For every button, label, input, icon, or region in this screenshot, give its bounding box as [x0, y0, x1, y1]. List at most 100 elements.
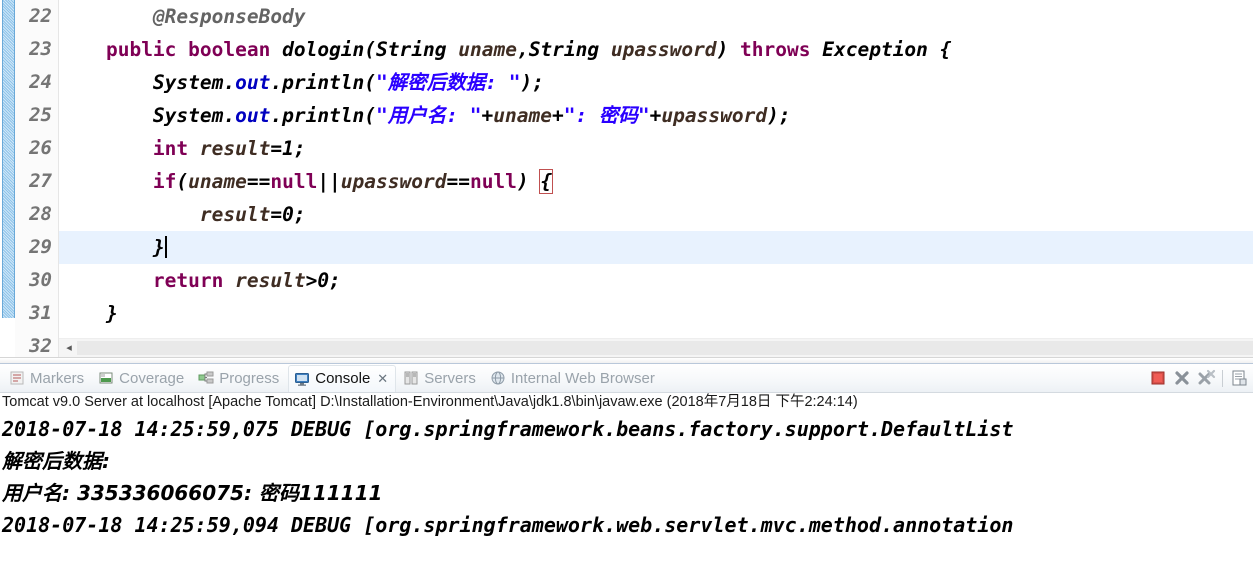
code-token: null — [270, 170, 318, 193]
code-line[interactable]: } — [59, 297, 1253, 330]
line-number: 25 — [29, 104, 52, 126]
code-token: throws — [740, 38, 811, 61]
code-token: ) — [516, 170, 541, 193]
code-token: , — [516, 38, 529, 61]
console-view-toolbar — [1146, 364, 1253, 392]
code-line[interactable]: if(uname==null||upassword==null) { — [59, 165, 1253, 198]
code-token: System — [152, 71, 224, 94]
code-token: Exception { — [822, 38, 952, 61]
code-token: uname — [188, 170, 247, 193]
tab-servers[interactable]: Servers — [398, 365, 483, 391]
code-token: result — [199, 137, 271, 160]
code-token: == — [446, 170, 470, 193]
code-line[interactable]: return result>0; — [59, 264, 1253, 297]
line-number: 22 — [29, 5, 52, 27]
code-token: upassword — [661, 104, 768, 127]
tab-label: Internal Web Browser — [510, 369, 655, 387]
progress-icon — [198, 370, 214, 386]
close-icon[interactable]: ✕ — [377, 372, 388, 385]
code-token: upassword — [610, 38, 717, 61]
console-output-panel[interactable]: Tomcat v9.0 Server at localhost [Apache … — [0, 393, 1253, 575]
code-token: + — [649, 104, 662, 127]
tab-markers[interactable]: Markers — [4, 365, 91, 391]
console-process-header: Tomcat v9.0 Server at localhost [Apache … — [2, 394, 858, 410]
code-token: =1; — [270, 137, 306, 160]
line-number: 29 — [29, 236, 52, 258]
code-token: "解密后数据: " — [376, 71, 521, 94]
tab-coverage[interactable]: Coverage — [93, 365, 191, 391]
console-line: 解密后数据: — [2, 449, 117, 473]
editor-console-splitter[interactable] — [0, 357, 1253, 364]
code-token: >0; — [305, 269, 341, 292]
line-number: 30 — [29, 269, 52, 291]
remove-launch-button[interactable] — [1171, 367, 1193, 389]
code-token: || — [317, 170, 341, 193]
scroll-left-arrow-icon[interactable]: ◂ — [61, 339, 77, 357]
code-token: return — [152, 269, 224, 292]
code-token: } — [105, 302, 118, 325]
code-token: ); — [520, 71, 544, 94]
code-token: System — [152, 104, 224, 127]
code-token: String — [376, 38, 447, 61]
tab-console[interactable]: Console ✕ — [288, 364, 397, 392]
open-console-button[interactable] — [1228, 367, 1250, 389]
code-line[interactable]: result=0; — [59, 198, 1253, 231]
tab-internal-web-browser[interactable]: Internal Web Browser — [485, 365, 662, 391]
remove-all-terminated-button[interactable] — [1195, 367, 1217, 389]
code-token: } — [152, 236, 165, 259]
code-token: upassword — [340, 170, 447, 193]
terminate-button[interactable] — [1147, 367, 1169, 389]
code-token: uname — [493, 104, 552, 127]
bottom-view-stack: Markers Coverage Progress Console ✕ Servers In… — [0, 364, 1253, 575]
code-token: out — [235, 71, 271, 94]
code-token: { — [539, 169, 554, 194]
code-token: uname — [458, 38, 517, 61]
line-number-gutter: 22 23 24 25 26 27 28 29 30 31 32 — [15, 0, 59, 357]
line-number: 32 — [29, 335, 52, 357]
tab-label: Coverage — [119, 369, 185, 387]
scrollbar-track[interactable] — [77, 341, 1253, 355]
view-tab-bar: Markers Coverage Progress Console ✕ Servers In… — [0, 364, 1253, 393]
code-token: result — [235, 269, 306, 292]
code-text-area[interactable]: @ResponseBody public boolean dologin(Str… — [59, 0, 1253, 357]
tab-progress[interactable]: Progress — [193, 365, 286, 391]
code-token: public — [105, 38, 177, 61]
toolbar-separator — [1222, 369, 1223, 387]
line-number: 28 — [29, 203, 52, 225]
code-editor[interactable]: 22 23 24 25 26 27 28 29 30 31 32 @ResponseBody pub… — [0, 0, 1253, 357]
code-token: @ResponseBody — [152, 5, 306, 28]
markers-icon — [9, 370, 25, 386]
console-line: 用户名: 335336066075: 密码111111 — [2, 481, 383, 505]
console-icon — [294, 371, 310, 387]
tab-label: Console — [315, 370, 371, 387]
code-line[interactable]: System.out.println("解密后数据: "); — [59, 66, 1253, 99]
code-token: boolean — [188, 38, 271, 61]
editor-horizontal-scrollbar[interactable]: ◂ — [59, 338, 1253, 357]
console-line: 2018-07-18 14:25:59,075 DEBUG [org.sprin… — [2, 417, 1014, 441]
code-line[interactable]: System.out.println("用户名: "+uname+": 密码"+… — [59, 99, 1253, 132]
code-line[interactable]: @ResponseBody — [59, 0, 1253, 33]
code-line[interactable]: public boolean dologin(String uname,Stri… — [59, 33, 1253, 66]
line-number: 31 — [29, 302, 52, 324]
code-token: =0; — [270, 203, 306, 226]
code-token: result — [199, 203, 271, 226]
console-line: 2018-07-18 14:25:59,094 DEBUG [org.sprin… — [2, 513, 1014, 537]
code-token: "用户名: " — [376, 104, 482, 127]
code-token: ( — [176, 170, 189, 193]
code-line[interactable]: int result=1; — [59, 132, 1253, 165]
code-line[interactable]: } — [59, 231, 1253, 264]
code-token: ": 密码" — [563, 104, 650, 127]
code-token: out — [235, 104, 271, 127]
code-token: . — [223, 104, 236, 127]
